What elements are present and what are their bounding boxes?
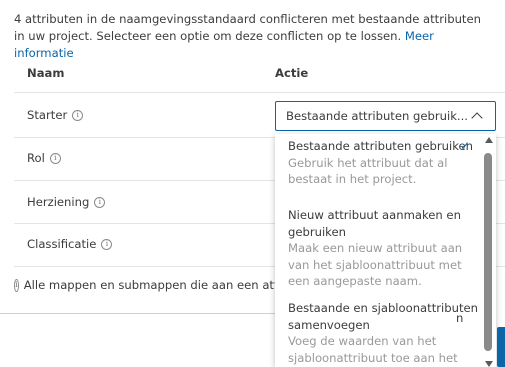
scroll-up-arrow-icon[interactable]	[485, 137, 493, 143]
chevron-up-icon	[471, 112, 483, 124]
footer-divider	[0, 313, 275, 314]
header-divider	[14, 92, 505, 93]
action-select-starter[interactable]: Bestaande attributen gebruik...	[275, 101, 496, 131]
intro-text: 4 attributen in de naamgevingsstandaard …	[14, 11, 494, 62]
footer-note-text: Alle mappen en submappen die aan een att…	[23, 278, 276, 292]
scroll-thumb[interactable]	[484, 153, 492, 351]
column-header-action: Actie	[275, 66, 309, 80]
option-description: Gebruik het attribuut dat al bestaat in …	[288, 155, 448, 187]
row-herziening-label: Herziening i	[27, 195, 106, 209]
option-title: Bestaande en sjabloonattributen samenvoe…	[288, 301, 478, 332]
info-icon[interactable]: i	[49, 152, 61, 164]
info-icon: i	[14, 278, 19, 292]
attribute-name: Herziening	[27, 195, 90, 209]
option-merge[interactable]: Bestaande en sjabloonattributen samenvoe…	[288, 300, 478, 366]
attribute-name: Starter	[27, 108, 68, 122]
dropdown-scrollbar[interactable]	[484, 137, 493, 367]
scroll-down-arrow-icon[interactable]	[485, 361, 493, 367]
column-header-name: Naam	[27, 66, 65, 80]
row-classificatie-label: Classificatie i	[27, 237, 113, 251]
option-title: Bestaande attributen gebruiken	[288, 139, 473, 153]
attribute-name: Rol	[27, 151, 45, 165]
info-icon[interactable]: i	[94, 196, 106, 208]
info-icon[interactable]: i	[101, 238, 113, 250]
footer-note: i Alle mappen en submappen die aan een a…	[14, 278, 276, 292]
info-icon[interactable]: i	[72, 109, 84, 121]
primary-button-edge[interactable]	[497, 327, 505, 367]
obscured-text: n	[456, 311, 464, 325]
option-use-existing[interactable]: Bestaande attributen gebruiken Gebruik h…	[288, 138, 478, 188]
option-title: Nieuw attribuut aanmaken en gebruiken	[288, 208, 461, 239]
action-dropdown-menu[interactable]: Bestaande attributen gebruiken Gebruik h…	[275, 134, 496, 367]
select-value: Bestaande attributen gebruik...	[286, 109, 468, 123]
row-starter-label: Starter i	[27, 108, 84, 122]
option-create-new[interactable]: Nieuw attribuut aanmaken en gebruiken Ma…	[288, 207, 478, 290]
option-description: Maak een nieuw attribuut aan van het sja…	[288, 241, 463, 288]
checkmark-icon: ✓	[460, 139, 471, 153]
row-rol-label: Rol i	[27, 151, 61, 165]
option-description: Voeg de waarden van het sjabloonattribuu…	[288, 334, 458, 365]
attribute-name: Classificatie	[27, 237, 97, 251]
